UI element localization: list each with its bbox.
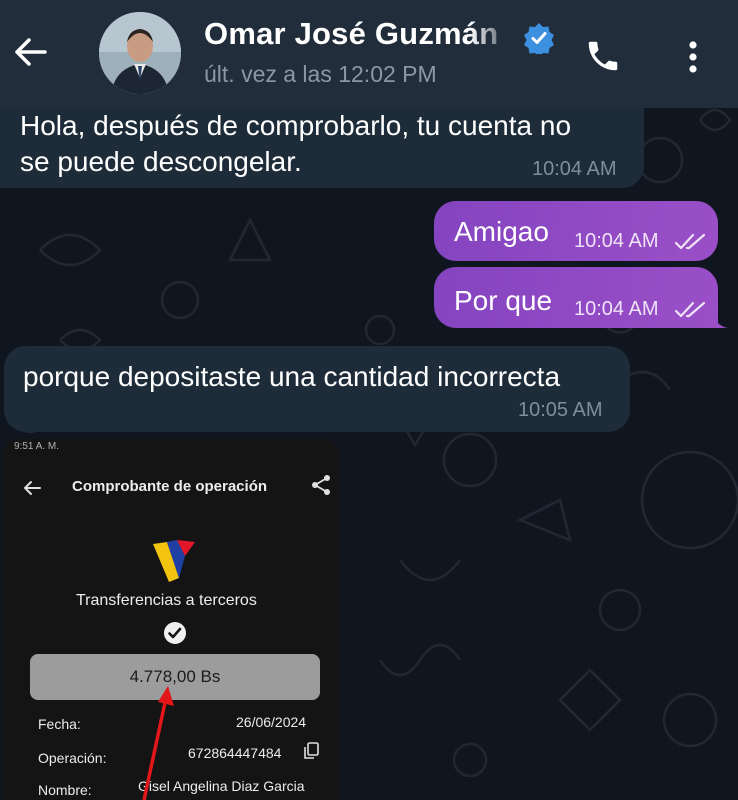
red-annotation-arrow [142,686,174,800]
message-bubble-outgoing[interactable]: Amigao 10:04 AM [434,201,718,261]
avatar[interactable] [99,12,181,94]
message-bubble-outgoing[interactable]: Por que 10:04 AM [434,267,718,328]
read-double-check-icon [674,301,706,318]
name-fade [470,14,515,58]
message-time: 10:04 AM [532,158,617,180]
receipt-title: Comprobante de operación [72,478,268,495]
more-options-button[interactable] [670,34,716,80]
message-time: 10:05 AM [518,399,603,421]
back-arrow-icon [15,38,47,66]
copy-icon [304,742,319,759]
photo-status-time: 9:51 A. M. [14,441,60,452]
name-label: Nombre: [38,782,92,798]
contact-name[interactable]: Omar José Guzmán [204,16,498,52]
operation-value: 672864447484 [188,745,282,761]
date-value: 26/06/2024 [236,714,307,730]
share-icon [312,475,330,495]
bubble-tail [712,312,728,328]
message-time: 10:04 AM [574,230,659,252]
date-label: Fecha: [38,716,81,732]
message-text: Amigao [454,216,549,247]
last-seen-status: últ. vez a las 12:02 PM [204,61,437,87]
success-check-icon [164,622,186,644]
phone-icon [588,41,618,71]
receipt-back-icon [23,481,41,495]
chat-header: Omar José Guzmán últ. vez a las 12:02 PM [0,0,738,108]
message-text: Hola, después de comprobarlo, tu cuenta … [20,110,572,141]
operation-label: Operación: [38,750,107,766]
message-time: 10:04 AM [574,298,659,320]
call-button[interactable] [580,33,626,79]
back-button[interactable] [8,28,52,76]
message-text: se puede descongelar. [20,146,302,177]
message-bubble-incoming[interactable]: porque depositaste una cantidad incorrec… [4,346,630,432]
verified-badge-icon [524,23,554,54]
more-vertical-icon [689,41,697,73]
message-text: porque depositaste una cantidad incorrec… [23,361,561,392]
bank-logo-icon [153,540,195,582]
message-bubble-incoming[interactable]: Hola, después de comprobarlo, tu cuenta … [0,94,644,188]
receipt-subtitle: Transferencias a terceros [76,592,257,609]
photo-status-bar: 9:51 A. M. [14,440,334,454]
read-double-check-icon [674,233,706,250]
message-text: Por que [454,285,553,316]
